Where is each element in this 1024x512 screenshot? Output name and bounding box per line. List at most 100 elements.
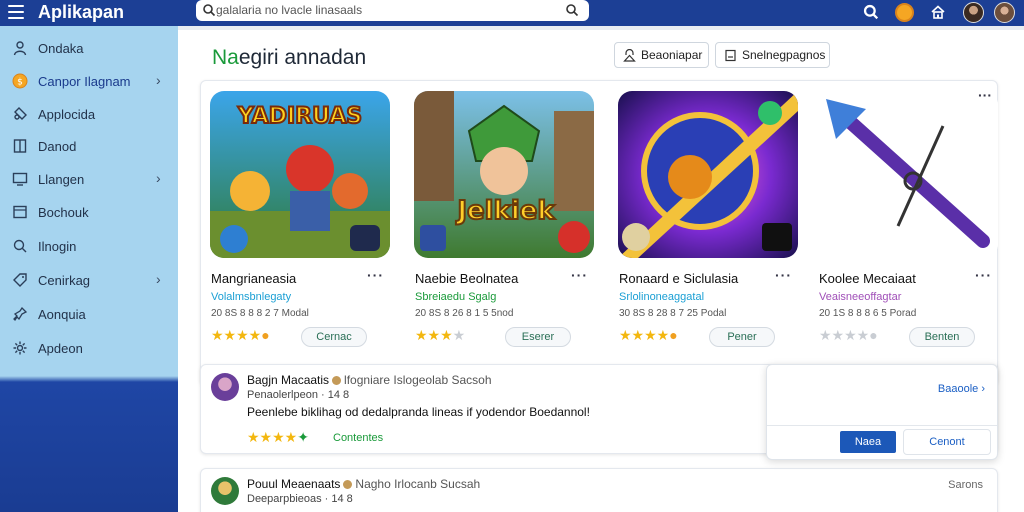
sidebar-item-canpor[interactable]: $ Canpor Ilagnam ›	[0, 66, 178, 96]
app-card: Jelkiek Naebie Beolnatea ··· Sbreiaedu S…	[405, 81, 605, 387]
reviewer-extra: Sucsah	[440, 477, 481, 491]
pin-icon	[13, 306, 28, 322]
rating-stars: ★★★★●	[619, 327, 678, 343]
app-card: Koolee Mecaiaat ··· Veaisneeoffagtar 20 …	[809, 81, 1009, 387]
review-side-link[interactable]: Sarons	[948, 479, 983, 491]
reviewer-line: Pouul Meaenaats Nagho Irlocanb Sucsah	[247, 477, 480, 491]
svg-text:Jelkiek: Jelkiek	[455, 196, 555, 226]
lock-icon	[623, 49, 636, 62]
sidebar-item-applocida[interactable]: Applocida	[0, 99, 178, 129]
review-link[interactable]: Contentes	[333, 432, 383, 444]
sidebar-item-label: Applocida	[38, 107, 96, 122]
app-action-button[interactable]: Pener	[709, 327, 775, 347]
sidebar-item-aonquia[interactable]: Aonquia	[0, 299, 178, 329]
home-icon[interactable]	[927, 1, 949, 23]
coin-icon[interactable]	[893, 1, 915, 23]
app-title[interactable]: Mangrianeasia	[211, 271, 296, 286]
cancel-button[interactable]: Cenont	[903, 429, 991, 455]
reviewer-name[interactable]: Bagjn Macaatis	[247, 373, 329, 387]
search-person-icon	[13, 239, 27, 253]
app-title[interactable]: Ronaard e Siclulasia	[619, 271, 738, 286]
review-rating-stars: ★★★★✦	[247, 429, 309, 445]
app-thumbnail[interactable]: Jelkiek	[414, 91, 594, 258]
sidebar-item-danod[interactable]: Danod	[0, 131, 178, 161]
top-bar: Aplikapan	[0, 0, 1024, 26]
app-developer: Srlolinoneaggatal	[619, 291, 705, 303]
app-action-button[interactable]: Eserer	[505, 327, 571, 347]
svg-text:$: $	[17, 78, 23, 88]
search-icon	[203, 4, 216, 17]
game-art-image: Jelkiek	[414, 91, 594, 258]
app-thumbnail[interactable]	[618, 91, 798, 258]
game-art-image	[618, 91, 798, 258]
sidebar-item-label: Llangen	[38, 172, 85, 187]
search-bar[interactable]	[196, 0, 589, 21]
sidebar-item-label: Cenirkag	[38, 273, 91, 288]
page-title-rest: egiri annadan	[238, 46, 367, 69]
action-popup: Baaoole › Naea Cenont	[766, 364, 998, 460]
search-submit-icon[interactable]	[565, 3, 579, 17]
reviewer-extra: Sacsoh	[451, 373, 492, 387]
app-meta: 30 8S 8 28 8 7 25 Podal	[619, 308, 727, 319]
app-title[interactable]: Naebie Beolnatea	[415, 271, 518, 286]
more-options-icon[interactable]: ···	[367, 267, 384, 283]
sidebar-item-label: Canpor Ilagnam	[38, 74, 131, 89]
sidebar-item-cenirkag[interactable]: Cenirkag ›	[0, 265, 178, 295]
header-search-icon[interactable]	[860, 1, 882, 23]
reviewer-avatar[interactable]	[211, 477, 239, 505]
toolbar-button-1-label: Beaoniapar	[641, 48, 703, 62]
sidebar-item-ilnogin[interactable]: Ilnogin	[0, 231, 178, 261]
profile-avatar[interactable]	[993, 1, 1015, 23]
popup-link-label: Baaoole	[937, 383, 979, 395]
reviewer-name[interactable]: Pouul Meaenaats	[247, 477, 340, 491]
tag-icon	[13, 273, 27, 287]
sidebar-item-label: Ondaka	[38, 41, 84, 56]
more-options-icon[interactable]: ···	[975, 267, 992, 283]
app-meta: 20 8S 8 8 8 2 7 Modal	[211, 308, 309, 319]
app-card: Ronaard e Siclulasia ··· Srlolinoneaggat…	[609, 81, 809, 387]
more-options-icon[interactable]: ···	[775, 267, 792, 283]
sidebar-item-label: Bochouk	[38, 205, 89, 220]
app-action-button[interactable]: Benten	[909, 327, 975, 347]
sidebar-item-llangen[interactable]: Llangen ›	[0, 164, 178, 194]
confirm-button[interactable]: Naea	[840, 431, 896, 453]
rating-stars: ★★★★	[415, 327, 466, 343]
app-developer: Veaisneeoffagtar	[819, 291, 902, 303]
popup-link[interactable]: Baaoole ›	[938, 383, 985, 395]
review-meta: Deeparpbieoas · 14 8	[247, 493, 353, 505]
app-action-button[interactable]: Cernac	[301, 327, 367, 347]
toolbar-button-1[interactable]: Beaoniapar	[614, 42, 709, 68]
game-art-image: YADIRUAS	[210, 91, 390, 258]
sidebar-item-bochouk[interactable]: Bochouk	[0, 197, 178, 227]
arrow-art-image	[818, 91, 998, 258]
more-options-icon[interactable]: ···	[571, 267, 588, 283]
divider	[767, 425, 997, 426]
badge-icon	[332, 376, 342, 386]
toolbar-button-2[interactable]: Snelnegpagnos	[715, 42, 830, 68]
app-meta: 20 8S 8 26 8 1 5 5nod	[415, 308, 514, 319]
reviewer-avatar[interactable]	[211, 373, 239, 401]
sidebar-item-label: Aonquia	[38, 307, 86, 322]
app-title: Aplikapan	[38, 2, 125, 22]
app-meta: 20 1S 8 8 8 6 5 Porad	[819, 308, 917, 319]
document-icon	[725, 49, 736, 62]
reviewer-line: Bagjn Macaatis lfogniare Islogeolab Sacso…	[247, 373, 492, 387]
app-thumbnail[interactable]	[818, 91, 998, 258]
rating-stars: ★★★★●	[819, 327, 878, 343]
book-icon	[13, 205, 27, 219]
badge-icon	[343, 480, 353, 490]
sidebar-item-ondaka[interactable]: Ondaka	[0, 33, 178, 63]
app-thumbnail[interactable]: YADIRUAS	[210, 91, 390, 258]
user-avatar[interactable]	[962, 1, 984, 23]
panel-more-icon[interactable]: ···	[978, 87, 992, 103]
app-cards-panel: YADIRUAS Mangrianeasia ··· Volalmsbnlega…	[200, 80, 998, 386]
sidebar: Ondaka $ Canpor Ilagnam › Applocida Dano…	[0, 26, 178, 512]
app-title[interactable]: Koolee Mecaiaat	[819, 271, 916, 286]
coin-icon: $	[12, 73, 28, 89]
reviewer-tag: lfogniare Islogeolab	[344, 373, 449, 387]
search-input[interactable]	[216, 2, 556, 18]
menu-icon[interactable]	[8, 5, 24, 19]
sidebar-item-apdeon[interactable]: Apdeon	[0, 333, 178, 363]
monitor-icon	[12, 172, 28, 186]
chevron-right-icon: ›	[156, 170, 161, 186]
